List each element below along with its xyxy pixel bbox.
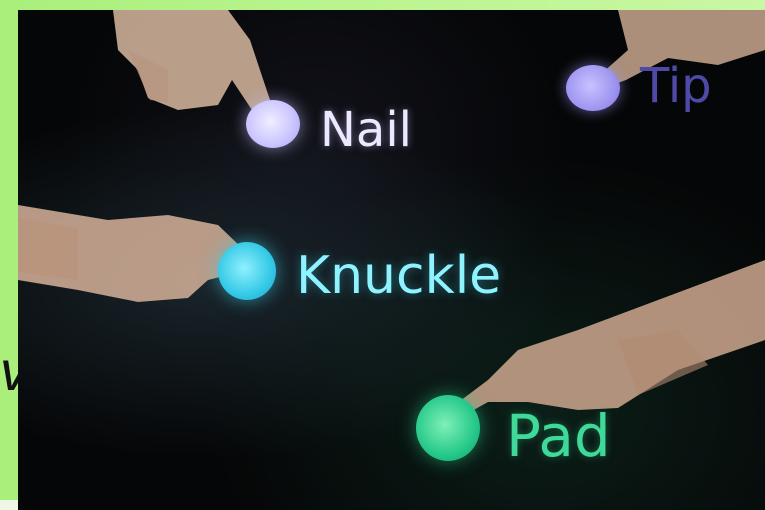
- pad-label: Pad: [506, 402, 611, 470]
- pad-touch-point: [416, 395, 480, 461]
- nail-touch-point: [246, 100, 300, 148]
- nail-label: Nail: [320, 102, 412, 158]
- tip-label: Tip: [640, 58, 712, 114]
- tip-touch-point: [566, 65, 620, 111]
- touch-input-photo: Tip Nail Knuckle Pad: [18, 10, 765, 510]
- knuckle-touch-point: [218, 242, 276, 300]
- knuckle-label: Knuckle: [296, 246, 502, 306]
